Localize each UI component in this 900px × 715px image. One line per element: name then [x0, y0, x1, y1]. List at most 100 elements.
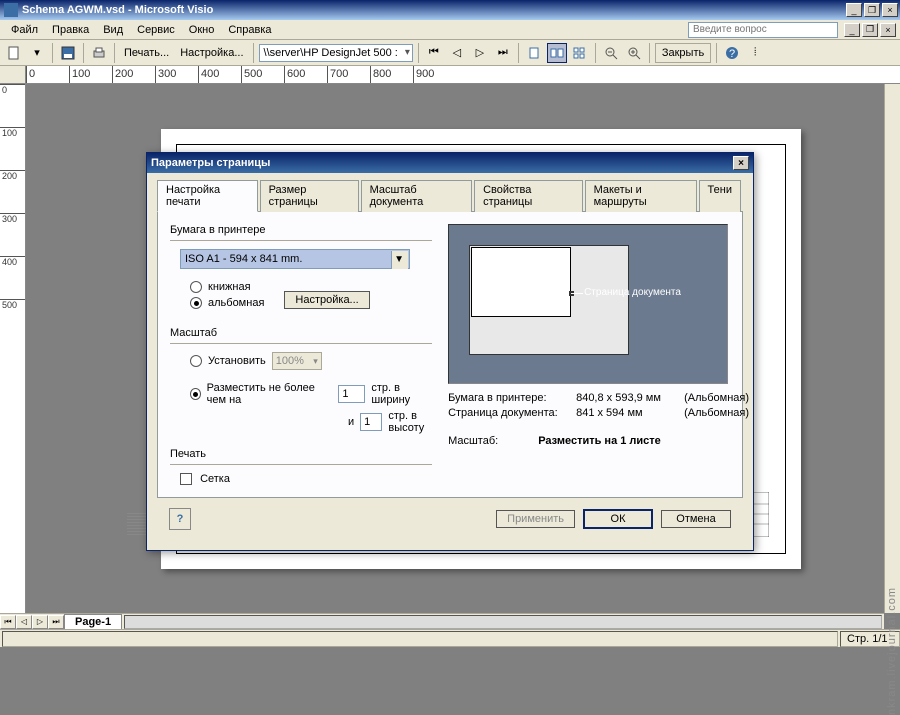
- paper-size-combo[interactable]: ISO A1 - 594 x 841 mm. ▼: [180, 249, 410, 269]
- preview-drawing-page: [471, 247, 571, 317]
- ruler-corner: [0, 66, 26, 84]
- menu-window[interactable]: Окно: [182, 22, 222, 38]
- preview-info: Бумага в принтере: 840,8 x 593,9 мм (Аль…: [448, 392, 749, 419]
- grid-checkbox-row[interactable]: Сетка: [180, 473, 230, 485]
- last-page-icon[interactable]: ⏭: [493, 43, 513, 63]
- sheet-tab[interactable]: Page-1: [64, 614, 122, 630]
- help-icon[interactable]: ?: [722, 43, 742, 63]
- info-page-value: 841 x 594 мм: [576, 407, 676, 419]
- two-page-icon[interactable]: [547, 43, 567, 63]
- printer-combo-value: \\server\HP DesignJet 500 :: [264, 47, 398, 59]
- help-question-box: [688, 22, 838, 38]
- watermark: nkram.livejournal.com: [886, 587, 898, 715]
- zoom-out-icon[interactable]: [601, 43, 621, 63]
- status-message: [2, 631, 838, 647]
- preview-leader-line: [571, 293, 583, 294]
- page-setup-dialog: Параметры страницы × Настройка печати Ра…: [146, 152, 754, 551]
- statusbar: Стр. 1/1: [0, 629, 900, 647]
- tab-next-icon[interactable]: ▷: [32, 615, 48, 629]
- scale-section-label: Масштаб: [170, 327, 432, 339]
- tab-shadows[interactable]: Тени: [699, 180, 741, 212]
- one-page-icon[interactable]: [524, 43, 544, 63]
- page-preview: Страница документа: [448, 224, 728, 384]
- dropdown-icon[interactable]: ▾: [27, 43, 47, 63]
- close-preview-button[interactable]: Закрыть: [655, 43, 711, 63]
- save-icon[interactable]: [58, 43, 78, 63]
- dialog-close-button[interactable]: ×: [733, 156, 749, 170]
- tab-first-icon[interactable]: ⏮: [0, 615, 16, 629]
- first-page-icon[interactable]: ⏮: [424, 43, 444, 63]
- mdi-minimize-button[interactable]: _: [844, 23, 860, 37]
- orientation-landscape-row[interactable]: альбомная: [190, 297, 264, 309]
- ruler-horizontal: 0 100 200 300 400 500 600 700 800 900: [0, 66, 900, 84]
- grid-checkbox-label: Сетка: [200, 473, 230, 485]
- tab-print-setup[interactable]: Настройка печати: [157, 180, 258, 212]
- scale-set-row[interactable]: Установить 100%: [190, 352, 432, 370]
- toolbar: ▾ Печать... Настройка... \\server\HP Des…: [0, 40, 900, 66]
- tab-drawing-scale[interactable]: Масштаб документа: [361, 180, 472, 212]
- preview-label: Страница документа: [584, 287, 681, 298]
- toolbar-options-icon[interactable]: ⦙: [745, 43, 765, 63]
- new-icon[interactable]: [4, 43, 24, 63]
- print-icon[interactable]: [89, 43, 109, 63]
- mdi-controls: _ ❐ ×: [844, 23, 896, 37]
- menu-view[interactable]: Вид: [96, 22, 130, 38]
- close-preview-label: Закрыть: [662, 47, 704, 59]
- fit-down-row: и 1 стр. в высоту: [348, 410, 432, 434]
- orientation-portrait-label: книжная: [208, 281, 251, 293]
- dialog-button-row: ? Применить ОК Отмена: [157, 498, 743, 540]
- apply-button[interactable]: Применить: [496, 510, 575, 528]
- help-question-input[interactable]: [688, 22, 838, 38]
- radio-fit-to[interactable]: [190, 388, 201, 400]
- prev-page-icon[interactable]: ◁: [447, 43, 467, 63]
- mdi-restore-button[interactable]: ❐: [862, 23, 878, 37]
- radio-portrait[interactable]: [190, 281, 202, 293]
- svg-text:?: ?: [729, 48, 735, 60]
- close-button[interactable]: ×: [882, 3, 898, 17]
- setup-label[interactable]: Настройка...: [176, 47, 247, 59]
- tab-layout-routing[interactable]: Макеты и маршруты: [585, 180, 697, 212]
- tab-last-icon[interactable]: ⏭: [48, 615, 64, 629]
- info-paper-orient: (Альбомная): [684, 392, 749, 404]
- fit-to-row[interactable]: Разместить не более чем на 1 стр. в шири…: [190, 382, 432, 406]
- menu-service[interactable]: Сервис: [130, 22, 182, 38]
- visio-app-icon: [4, 3, 18, 17]
- menu-help[interactable]: Справка: [221, 22, 278, 38]
- scrollbar-horizontal[interactable]: [124, 615, 882, 629]
- menu-edit[interactable]: Правка: [45, 22, 96, 38]
- fit-down-input[interactable]: 1: [360, 413, 382, 431]
- ok-button[interactable]: ОК: [583, 509, 653, 529]
- restore-button[interactable]: ❐: [864, 3, 880, 17]
- mdi-close-button[interactable]: ×: [880, 23, 896, 37]
- cancel-button[interactable]: Отмена: [661, 510, 731, 528]
- minimize-button[interactable]: _: [846, 3, 862, 17]
- fit-across-input[interactable]: 1: [338, 385, 365, 403]
- scale-set-label: Установить: [208, 355, 266, 367]
- dialog-titlebar[interactable]: Параметры страницы ×: [147, 153, 753, 173]
- scrollbar-vertical[interactable]: [884, 84, 900, 613]
- menu-file[interactable]: Файл: [4, 22, 45, 38]
- multi-page-icon[interactable]: [570, 43, 590, 63]
- window-title: Schema AGWM.vsd - Microsoft Visio: [22, 4, 846, 16]
- grid-checkbox[interactable]: [180, 473, 192, 485]
- tab-prev-icon[interactable]: ◁: [16, 615, 32, 629]
- fit-down-suffix: стр. в высоту: [388, 410, 432, 434]
- radio-scale-set[interactable]: [190, 355, 202, 367]
- dialog-help-button[interactable]: ?: [169, 508, 191, 530]
- orientation-portrait-row[interactable]: книжная: [190, 281, 264, 293]
- info-paper-label: Бумага в принтере:: [448, 392, 568, 404]
- fit-down-prefix: и: [348, 416, 354, 428]
- paper-size-value: ISO A1 - 594 x 841 mm.: [185, 253, 302, 265]
- paper-section-label: Бумага в принтере: [170, 224, 432, 236]
- tab-page-size[interactable]: Размер страницы: [260, 180, 359, 212]
- printer-setup-button[interactable]: Настройка...: [284, 291, 369, 309]
- dialog-title: Параметры страницы: [151, 157, 733, 169]
- print-label[interactable]: Печать...: [120, 47, 173, 59]
- radio-landscape[interactable]: [190, 297, 202, 309]
- info-scale-label: Масштаб:: [448, 435, 498, 447]
- printer-combo[interactable]: \\server\HP DesignJet 500 :: [259, 44, 413, 62]
- tab-page-properties[interactable]: Свойства страницы: [474, 180, 583, 212]
- zoom-in-icon[interactable]: [624, 43, 644, 63]
- scale-percent-combo: 100%: [272, 352, 322, 370]
- next-page-icon[interactable]: ▷: [470, 43, 490, 63]
